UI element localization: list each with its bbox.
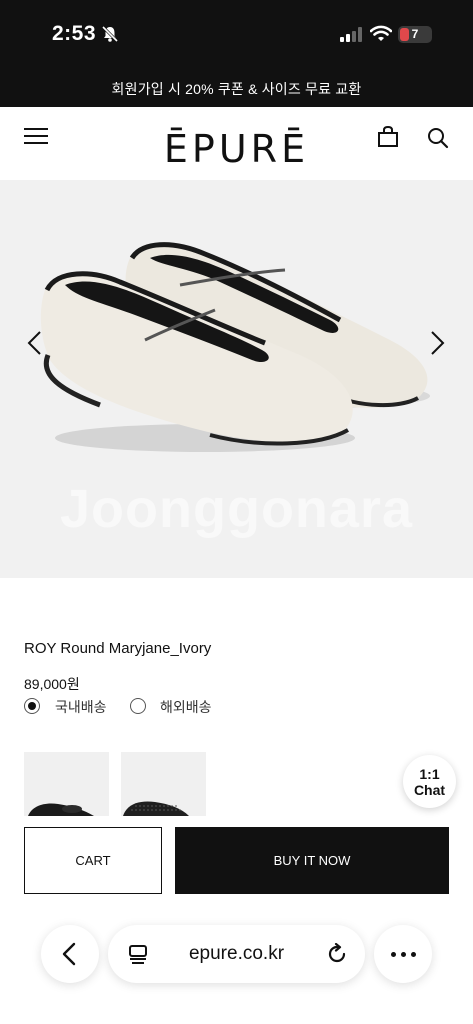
radio-domestic-shipping[interactable] <box>24 698 40 714</box>
promo-banner[interactable]: 회원가입 시 20% 쿠폰 & 사이즈 무료 교환 <box>0 79 473 99</box>
status-time: 2:53 <box>52 22 97 45</box>
chevron-left-icon <box>62 942 76 966</box>
radio-overseas-shipping[interactable] <box>130 698 146 714</box>
add-to-cart-button[interactable]: CART <box>24 827 162 894</box>
wifi-icon <box>370 25 392 41</box>
reload-icon[interactable] <box>326 943 348 965</box>
bell-slash-icon <box>101 25 119 43</box>
shopping-bag-icon[interactable] <box>377 126 399 148</box>
chevron-left-icon[interactable] <box>24 330 46 356</box>
buy-now-button[interactable]: BUY IT NOW <box>175 827 449 894</box>
battery-icon: 7 <box>398 26 432 43</box>
signal-icon <box>340 27 362 42</box>
chat-label-line2: Chat <box>413 782 446 798</box>
domestic-shipping-label[interactable]: 국내배송 <box>55 697 107 717</box>
product-price: 89,000원 <box>24 676 80 692</box>
product-thumbnail[interactable] <box>121 752 206 816</box>
product-thumbnail[interactable] <box>24 752 109 816</box>
more-icon <box>411 952 416 957</box>
watermark: Joonggonara <box>59 479 413 539</box>
product-image-carousel[interactable]: Joonggonara <box>0 180 473 578</box>
more-icon <box>401 952 406 957</box>
thumbnail-shoe-image <box>28 803 94 816</box>
chat-label-line1: 1:1 <box>419 766 440 782</box>
more-icon <box>391 952 396 957</box>
brand-logo[interactable]: ĒPURĒ <box>0 127 473 171</box>
thumbnail-shoe-image <box>123 801 189 816</box>
more-options-button[interactable] <box>374 925 432 983</box>
browser-back-button[interactable] <box>41 925 99 983</box>
search-icon[interactable] <box>427 127 449 149</box>
battery-level: 7 <box>411 27 419 41</box>
overseas-shipping-label[interactable]: 해외배송 <box>160 697 212 717</box>
chevron-right-icon[interactable] <box>426 330 448 356</box>
address-bar[interactable]: epure.co.kr <box>108 925 365 983</box>
chat-button[interactable]: 1:1 Chat <box>403 755 456 808</box>
product-name: ROY Round Maryjane_Ivory <box>24 640 212 657</box>
